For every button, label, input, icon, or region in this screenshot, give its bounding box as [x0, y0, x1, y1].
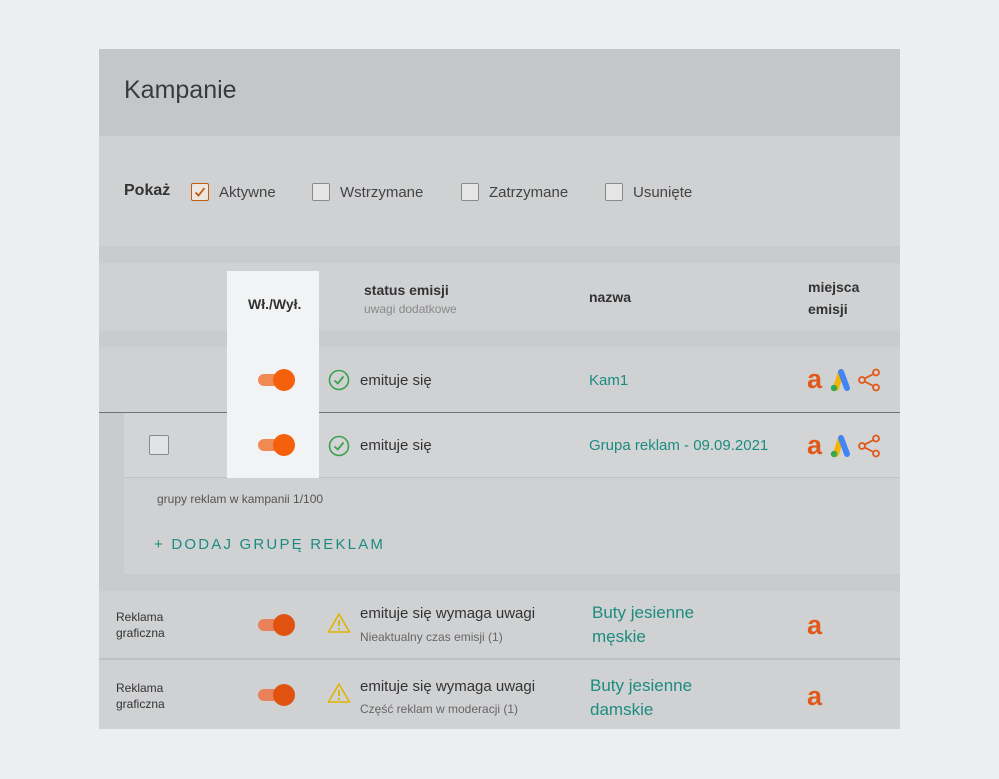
warning-icon [327, 683, 351, 703]
col-channels-header-line1: miejsca [808, 279, 860, 295]
share-icon [858, 434, 880, 457]
filter-zatrzymane-checkbox[interactable] [461, 183, 479, 201]
filter-usuniete-label: Usunięte [633, 183, 693, 201]
filter-aktywne[interactable]: Aktywne [191, 181, 276, 203]
check-circle-icon [328, 369, 350, 391]
ad-toggle[interactable] [258, 614, 296, 636]
ad-row [99, 591, 900, 660]
google-ads-icon [830, 434, 851, 457]
filter-usuniete-checkbox[interactable] [605, 183, 623, 201]
col-name-header: nazwa [589, 289, 632, 305]
filter-zatrzymane[interactable]: Zatrzymane [461, 181, 568, 203]
page-header: Kampanie [99, 49, 900, 136]
col-status-subheader: uwagi dodatkowe [364, 302, 457, 316]
col-toggle-header: Wł./Wył. [248, 296, 302, 312]
filter-wstrzymane-checkbox[interactable] [312, 183, 330, 201]
ad-name-link[interactable]: Buty jesienne damskie [590, 674, 692, 722]
ad-type-label: Reklama graficzna [116, 610, 165, 640]
col-status-header: status emisji [364, 282, 449, 298]
page-title: Kampanie [124, 76, 237, 104]
filter-zatrzymane-label: Zatrzymane [489, 183, 569, 201]
allegro-icon: a [807, 681, 823, 711]
filters-label: Pokaż [124, 182, 171, 199]
ad-group-channels: a [807, 432, 881, 459]
check-circle-icon [328, 435, 350, 457]
status-filters: Pokaż Aktywne Wstrzymane Zatrzymane Usun… [99, 136, 900, 246]
ad-toggle[interactable] [258, 684, 296, 706]
filter-wstrzymane[interactable]: Wstrzymane [312, 181, 423, 203]
allegro-icon: a [807, 610, 823, 640]
filter-aktywne-label: Aktywne [219, 183, 276, 201]
col-channels-header-line2: emisji [808, 301, 848, 317]
ad-group-name-link[interactable]: Grupa reklam - 09.09.2021 [589, 437, 768, 454]
campaigns-panel: Kampanie Pokaż Aktywne Wstrzymane Zatrzy… [99, 49, 900, 729]
filter-aktywne-checkbox[interactable] [191, 183, 209, 201]
ad-group-toggle[interactable] [258, 434, 296, 456]
ad-group-footer: grupy reklam w kampanii 1/100 + DODAJ GR… [124, 478, 900, 574]
ad-channels: a [807, 612, 822, 639]
ad-status-note: Nieaktualny czas emisji (1) [360, 630, 503, 644]
ad-status: emituje się wymaga uwagi [360, 605, 536, 622]
ad-status: emituje się wymaga uwagi [360, 678, 536, 695]
share-icon [858, 368, 880, 391]
campaign-name-link[interactable]: Kam1 [589, 372, 628, 389]
ad-group-status: emituje się [360, 437, 432, 454]
allegro-icon: a [807, 364, 823, 394]
ad-name-link[interactable]: Buty jesienne męskie [592, 601, 694, 649]
campaign-row [99, 347, 900, 413]
ad-channels: a [807, 683, 822, 710]
add-ad-group-button[interactable]: + DODAJ GRUPĘ REKLAM [154, 536, 385, 553]
allegro-icon: a [807, 430, 823, 460]
filter-usuniete[interactable]: Usunięte [605, 181, 692, 203]
ad-group-select-checkbox[interactable] [149, 435, 169, 455]
google-ads-icon [830, 368, 851, 391]
check-icon [194, 187, 206, 197]
ad-type-label: Reklama graficzna [116, 681, 165, 711]
ad-groups-count: grupy reklam w kampanii 1/100 [157, 492, 324, 506]
warning-icon [327, 613, 351, 633]
campaign-toggle[interactable] [258, 369, 296, 391]
ad-status-note: Część reklam w moderacji (1) [360, 702, 519, 716]
campaign-status: emituje się [360, 372, 432, 389]
filter-wstrzymane-label: Wstrzymane [340, 183, 424, 201]
campaign-channels: a [807, 366, 881, 393]
table-header [99, 263, 900, 331]
